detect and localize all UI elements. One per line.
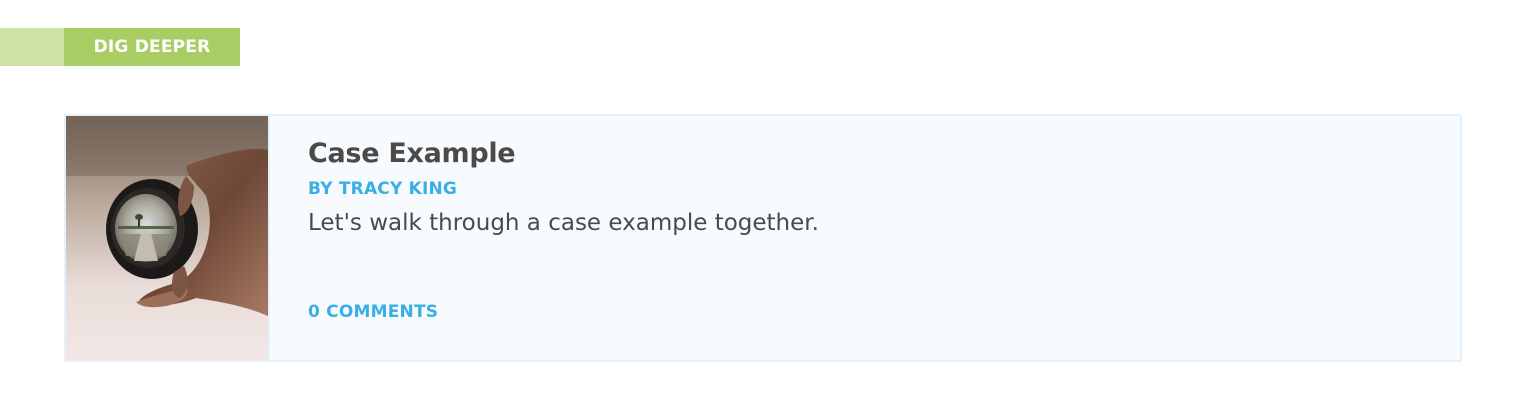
post-title[interactable]: Case Example — [308, 138, 516, 169]
section-tag: DIG DEEPER — [0, 28, 240, 66]
comments-link[interactable]: 0 COMMENTS — [308, 302, 438, 322]
section-tag-stub — [0, 28, 64, 66]
post-card-body: Case Example BY TRACY KING Let's walk th… — [270, 116, 1460, 360]
post-card: Case Example BY TRACY KING Let's walk th… — [64, 114, 1462, 362]
lens-in-hand-image — [66, 116, 268, 360]
post-author[interactable]: BY TRACY KING — [308, 179, 457, 199]
post-author-link[interactable]: BY TRACY KING — [308, 179, 457, 199]
post-description: Let's walk through a case example togeth… — [308, 210, 819, 236]
post-thumbnail[interactable] — [66, 116, 270, 360]
section-tag-label: DIG DEEPER — [64, 28, 240, 66]
